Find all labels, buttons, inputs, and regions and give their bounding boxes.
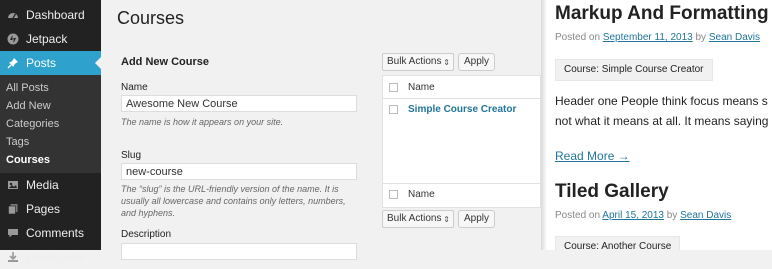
slug-input[interactable]: new-course — [121, 163, 357, 180]
menu-jetpack[interactable]: Jetpack — [0, 27, 101, 51]
menu-jetpack-label: Jetpack — [26, 32, 68, 46]
menu-dashboard[interactable]: Dashboard — [0, 3, 101, 27]
dashboard-icon — [6, 8, 20, 22]
course-tag[interactable]: Course: Simple Course Creator — [555, 59, 713, 81]
name-column-header[interactable]: Name — [408, 82, 435, 93]
row-checkbox[interactable] — [389, 104, 398, 114]
menu-downloads[interactable]: Downloads — [0, 245, 101, 269]
menu-posts[interactable]: Posts — [0, 51, 101, 75]
course-tag[interactable]: Course: Another Course — [555, 236, 681, 250]
jetpack-icon — [6, 32, 20, 46]
bulk-actions-select-top[interactable]: Bulk Actions ⇕ — [382, 53, 454, 71]
select-all-checkbox[interactable] — [389, 82, 398, 92]
author-link[interactable]: Sean Davis — [680, 210, 731, 221]
admin-sidebar: Dashboard Jetpack Posts All Posts Add Ne… — [0, 0, 101, 264]
name-description: The name is how it appears on your site. — [121, 117, 284, 127]
name-column-footer[interactable]: Name — [408, 189, 435, 200]
submenu-courses[interactable]: Courses — [0, 151, 101, 169]
name-input[interactable]: Awesome New Course — [121, 95, 357, 112]
submenu-tags[interactable]: Tags — [0, 133, 101, 151]
media-icon — [6, 178, 20, 192]
pages-icon — [6, 202, 20, 216]
menu-comments[interactable]: Comments — [0, 221, 101, 245]
bulk-actions-label: Bulk Actions — [387, 213, 442, 224]
menu-dashboard-label: Dashboard — [26, 8, 85, 22]
site-preview-panel: Markup And Formatting Posted on Septembe… — [541, 0, 772, 250]
add-new-course-heading: Add New Course — [121, 56, 210, 68]
slug-description: The “slug” is the URL-friendly version o… — [121, 184, 346, 218]
post-date-link[interactable]: September 11, 2013 — [603, 32, 693, 43]
submenu-all-posts[interactable]: All Posts — [0, 79, 101, 97]
apply-button-top[interactable]: Apply — [458, 53, 495, 71]
description-textarea[interactable] — [121, 243, 357, 260]
by-text: by — [666, 210, 678, 221]
main-content: Courses Add New Course Name Awesome New … — [101, 0, 541, 260]
name-label: Name — [121, 82, 148, 93]
post-meta: Posted on April 15, 2013 by Sean Davis — [555, 210, 731, 221]
table-header-row: Name — [383, 76, 540, 98]
table-row: Simple Course Creator — [383, 98, 540, 120]
select-arrows-icon: ⇕ — [443, 215, 450, 224]
select-arrows-icon: ⇕ — [443, 58, 450, 67]
posts-submenu: All Posts Add New Categories Tags Course… — [0, 75, 101, 173]
downloads-icon — [6, 250, 20, 264]
posted-on-text: Posted on — [555, 32, 601, 43]
bulk-actions-label: Bulk Actions — [387, 56, 442, 67]
page-title: Courses — [117, 8, 185, 28]
menu-downloads-label: Downloads — [26, 250, 86, 264]
posted-on-text: Posted on — [555, 210, 601, 221]
post-meta: Posted on September 11, 2013 by Sean Dav… — [555, 32, 760, 43]
post-title[interactable]: Tiled Gallery — [555, 181, 669, 203]
apply-button-bottom[interactable]: Apply — [458, 210, 495, 228]
by-text: by — [695, 32, 707, 43]
post-excerpt-line: Header one People think focus means s — [555, 94, 768, 108]
menu-media[interactable]: Media — [0, 173, 101, 197]
description-label: Description — [121, 229, 172, 240]
table-footer-row: Name — [383, 183, 540, 205]
read-more-link[interactable]: Read More → — [555, 149, 630, 163]
courses-table: Name Simple Course Creator Name — [382, 75, 541, 208]
author-link[interactable]: Sean Davis — [709, 32, 760, 43]
submenu-categories[interactable]: Categories — [0, 115, 101, 133]
panel-shadow — [541, 0, 547, 250]
select-all-checkbox-footer[interactable] — [389, 189, 398, 199]
course-link[interactable]: Simple Course Creator — [408, 104, 516, 115]
post-title[interactable]: Markup And Formatting — [555, 3, 769, 25]
menu-pages[interactable]: Pages — [0, 197, 101, 221]
menu-media-label: Media — [26, 178, 59, 192]
menu-posts-label: Posts — [26, 56, 57, 70]
comments-icon — [6, 226, 20, 240]
post-excerpt-line: not what it means at all. It means sayin… — [555, 114, 769, 128]
menu-pages-label: Pages — [26, 202, 61, 216]
slug-label: Slug — [121, 150, 142, 161]
submenu-add-new[interactable]: Add New — [0, 97, 101, 115]
menu-comments-label: Comments — [26, 226, 85, 240]
post-date-link[interactable]: April 15, 2013 — [602, 210, 664, 221]
bulk-actions-select-bottom[interactable]: Bulk Actions ⇕ — [382, 210, 454, 228]
pin-icon — [6, 56, 20, 70]
